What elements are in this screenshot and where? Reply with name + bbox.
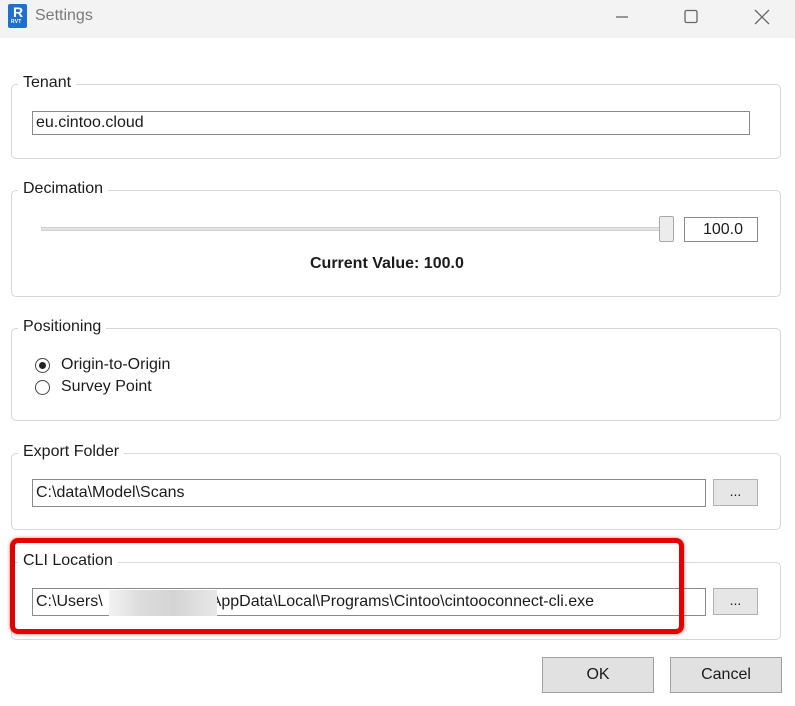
radio-label-origin: Origin-to-Origin: [61, 356, 171, 373]
decimation-slider-track[interactable]: [41, 227, 667, 231]
export-folder-browse-button[interactable]: ...: [713, 479, 758, 506]
cli-location-browse-button[interactable]: ...: [713, 588, 758, 615]
minimize-icon: [616, 16, 628, 18]
radio-label-survey: Survey Point: [61, 378, 152, 395]
maximize-button[interactable]: [668, 0, 714, 32]
title-bar: R RVT Settings: [0, 0, 795, 38]
positioning-label: Positioning: [18, 318, 107, 336]
decimation-label: Decimation: [18, 180, 109, 198]
tenant-input[interactable]: eu.cintoo.cloud: [32, 111, 750, 135]
cancel-button[interactable]: Cancel: [670, 657, 782, 693]
maximize-icon: [684, 9, 698, 24]
decimation-group: [11, 190, 781, 297]
tenant-label: Tenant: [18, 74, 77, 92]
export-folder-label: Export Folder: [18, 443, 125, 461]
decimation-value-input[interactable]: 100.0: [684, 217, 758, 242]
highlight-annotation-frame: [10, 538, 684, 634]
radio-unselected-icon[interactable]: [35, 380, 50, 395]
revit-app-icon: R RVT: [8, 4, 27, 28]
positioning-group: [11, 328, 781, 421]
export-folder-input[interactable]: C:\data\Model\Scans: [32, 479, 706, 507]
radio-selected-icon[interactable]: [35, 358, 50, 373]
window-title: Settings: [35, 7, 93, 24]
close-icon: [754, 9, 770, 25]
decimation-slider-thumb[interactable]: [659, 216, 674, 242]
current-value-text: Current Value: 100.0: [310, 255, 464, 272]
close-button[interactable]: [739, 0, 785, 32]
ok-button[interactable]: OK: [542, 657, 654, 693]
minimize-button[interactable]: [599, 0, 645, 32]
